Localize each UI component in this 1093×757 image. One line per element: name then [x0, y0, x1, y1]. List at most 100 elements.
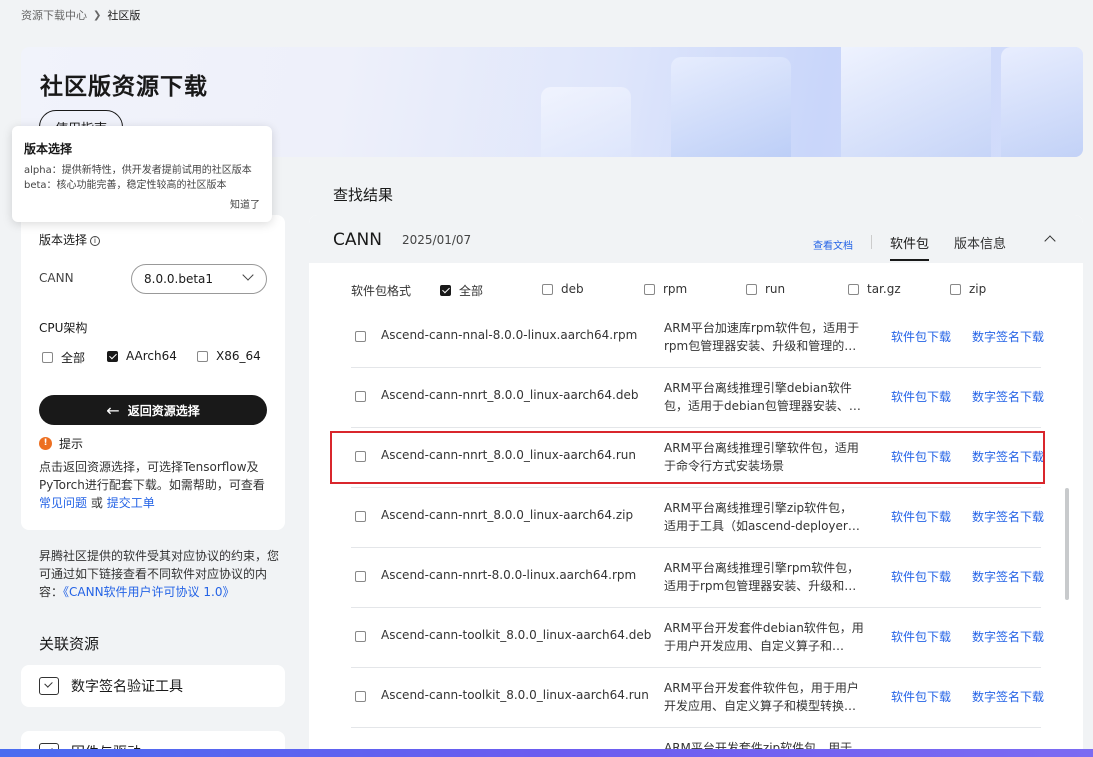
decor-cube [671, 57, 791, 157]
faq-link[interactable]: 常见问题 [39, 496, 87, 510]
breadcrumb: 资源下载中心 ❯ 社区版 [21, 7, 140, 23]
format-option-label: tar.gz [867, 282, 901, 296]
format-option-targz[interactable]: tar.gz [848, 282, 901, 296]
format-option-label: run [765, 282, 786, 296]
breadcrumb-current: 社区版 [107, 9, 141, 22]
checkbox-checked[interactable] [440, 285, 451, 296]
results-title: 查找结果 [333, 186, 394, 204]
checkbox[interactable] [950, 283, 961, 295]
package-name: Ascend-cann-nnrt_8.0.0_linux-aarch64.zip [381, 508, 634, 522]
format-option-label: zip [969, 282, 987, 296]
format-option-deb[interactable]: deb [542, 282, 584, 296]
tooltip-ok-button[interactable]: 知道了 [230, 196, 260, 211]
signature-download-link[interactable]: 数字签名下载 [972, 568, 1044, 585]
chevron-right-icon: ❯ [93, 9, 102, 21]
package-download-link[interactable]: 软件包下载 [891, 628, 951, 645]
filter-panel: 版本选择 i CANN 8.0.0.beta1 CPU架构 全部 AArch64 … [21, 215, 285, 530]
row-checkbox[interactable] [355, 511, 366, 522]
tooltip-title: 版本选择 [24, 142, 73, 156]
checkbox[interactable] [746, 283, 757, 295]
package-name: Ascend-cann-nnrt_8.0.0_linux-aarch64.deb [381, 388, 639, 402]
highlight-box [330, 431, 1045, 484]
tip-body: 点击返回资源选择，可选择Tensorflow及PyTorch进行配套下载。如需帮… [39, 460, 265, 492]
table-row: Ascend-cann-nnrt_8.0.0_linux-aarch64.deb… [351, 368, 1044, 428]
cpu-option-label: AArch64 [126, 349, 177, 363]
breadcrumb-root[interactable]: 资源下载中心 [21, 7, 87, 23]
table-row: Ascend-cann-nnrt_8.0.0_linux-aarch64.zip… [351, 488, 1044, 548]
package-name: Ascend-cann-toolkit_8.0.0_linux-aarch64.… [381, 628, 652, 642]
checkbox[interactable] [42, 352, 53, 363]
checkbox[interactable] [197, 350, 208, 362]
cpu-option-aarch64[interactable]: AArch64 [107, 349, 177, 363]
format-option-run[interactable]: run [746, 282, 785, 296]
submit-ticket-link[interactable]: 提交工单 [107, 496, 155, 510]
row-checkbox[interactable] [355, 571, 366, 582]
package-download-link[interactable]: 软件包下载 [891, 568, 951, 585]
package-description: ARM平台离线推理引擎rpm软件包，适用于rpm包管理器安装、升级和… [664, 561, 860, 593]
related-item-signature-tool[interactable]: 数字签名验证工具 [21, 665, 285, 707]
format-option-all[interactable]: 全部 [440, 282, 483, 299]
tooltip-line-alpha: alpha：提供新特性，供开发者提前试用的社区版本 [24, 165, 252, 176]
package-download-link[interactable]: 软件包下载 [891, 688, 951, 705]
results-header: CANN 2025/01/07 查看文档 软件包 版本信息 [309, 215, 1083, 263]
version-select[interactable]: 8.0.0.beta1 [131, 264, 267, 294]
tip-text: 点击返回资源选择，可选择Tensorflow及PyTorch进行配套下载。如需帮… [39, 458, 271, 512]
page-title: 社区版资源下载 [40, 74, 208, 100]
package-description: ARM平台离线推理引擎zip软件包，适用于工具（如ascend-deployer… [664, 501, 860, 533]
format-option-label: 全部 [459, 284, 484, 298]
bottom-accent-bar [0, 749, 1093, 757]
row-checkbox[interactable] [355, 691, 366, 702]
signature-download-link[interactable]: 数字签名下载 [972, 328, 1044, 345]
package-download-link[interactable]: 软件包下载 [891, 328, 951, 345]
package-download-link[interactable]: 软件包下载 [891, 388, 951, 405]
package-name: Ascend-cann-toolkit_8.0.0_linux-aarch64.… [381, 688, 649, 702]
package-description: ARM平台开发套件debian软件包，用于用户开发应用、自定义算子和… [664, 621, 864, 653]
version-select-label-text: 版本选择 [39, 233, 88, 247]
results-product: CANN [333, 230, 382, 250]
view-docs-link[interactable]: 查看文档 [813, 237, 853, 252]
chevron-down-icon [242, 269, 254, 281]
tab-version-info[interactable]: 版本信息 [954, 233, 1006, 252]
decor-cube [841, 47, 991, 157]
info-icon[interactable]: i [90, 235, 101, 246]
back-button-label: 返回资源选择 [127, 403, 200, 418]
divider [871, 235, 872, 249]
cpu-option-all[interactable]: 全部 [42, 349, 85, 366]
back-to-resources-button[interactable]: ← 返回资源选择 [39, 395, 267, 425]
version-select-value: 8.0.0.beta1 [144, 272, 214, 286]
checkbox[interactable] [542, 283, 553, 295]
format-option-zip[interactable]: zip [950, 282, 986, 296]
package-description: ARM平台加速库rpm软件包，适用于rpm包管理器安装、升级和管理的… [664, 321, 860, 353]
package-download-link[interactable]: 软件包下载 [891, 508, 951, 525]
format-option-label: rpm [663, 282, 688, 296]
table-row: Ascend-cann-toolkit_8.0.0_linux-aarch64.… [351, 668, 1044, 728]
tip-or: 或 [90, 496, 103, 510]
tab-packages[interactable]: 软件包 [890, 233, 930, 261]
signature-download-link[interactable]: 数字签名下载 [972, 508, 1044, 525]
package-description: ARM平台离线推理引擎debian软件包，适用于debian包管理器安装、… [664, 381, 861, 413]
version-tooltip: 版本选择 alpha：提供新特性，供开发者提前试用的社区版本 beta：核心功能… [12, 126, 272, 222]
row-checkbox[interactable] [355, 391, 366, 402]
checkbox[interactable] [644, 283, 655, 295]
license-link[interactable]: 《CANN软件用户许可协议 1.0》 [63, 585, 234, 599]
cpu-option-x86[interactable]: X86_64 [197, 349, 261, 363]
signature-download-link[interactable]: 数字签名下载 [972, 388, 1044, 405]
decor-cube [1001, 47, 1083, 157]
cpu-option-label: X86_64 [216, 349, 261, 363]
signature-download-link[interactable]: 数字签名下载 [972, 628, 1044, 645]
signature-download-link[interactable]: 数字签名下载 [972, 688, 1044, 705]
chevron-up-icon[interactable] [1044, 235, 1056, 247]
tip-title: 提示 [59, 437, 84, 451]
scrollbar[interactable] [1065, 488, 1069, 600]
package-name: Ascend-cann-nnrt-8.0.0-linux.aarch64.rpm [381, 568, 637, 582]
format-option-rpm[interactable]: rpm [644, 282, 687, 296]
table-row: Ascend-cann-nnal-8.0.0-linux.aarch64.rpm… [351, 308, 1044, 368]
row-checkbox[interactable] [355, 631, 366, 642]
results-date: 2025/01/07 [402, 233, 472, 247]
version-select-label: 版本选择 i [39, 231, 101, 248]
package-description: ARM平台开发套件软件包，用于用户开发应用、自定义算子和模型转换… [664, 681, 859, 713]
checkbox-checked[interactable] [107, 350, 118, 362]
checkbox[interactable] [848, 283, 859, 295]
related-resources-title: 关联资源 [39, 635, 100, 653]
row-checkbox[interactable] [355, 331, 366, 342]
